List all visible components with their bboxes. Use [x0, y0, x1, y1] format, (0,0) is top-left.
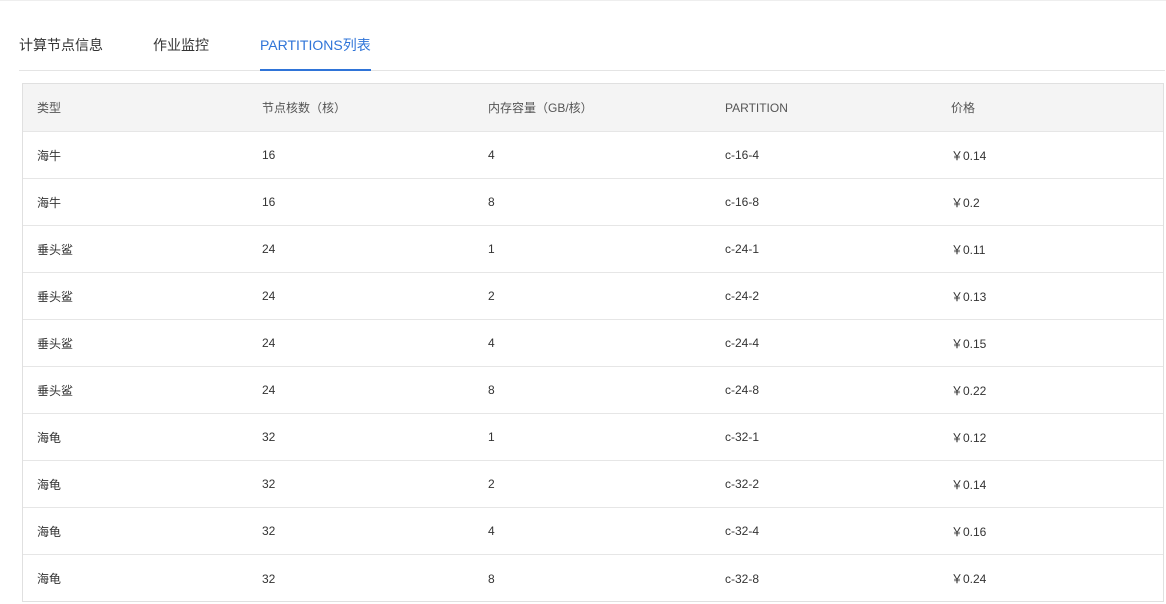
table-row: 垂头鲨 24 2 c-24-2 ￥0.13 [23, 273, 1163, 320]
column-header-memory: 内存容量（GB/核） [488, 101, 593, 115]
table-row: 海龟 32 2 c-32-2 ￥0.14 [23, 461, 1163, 508]
tab-partitions-list[interactable]: PARTITIONS列表 [260, 36, 371, 71]
cell-type: 垂头鲨 [37, 383, 74, 398]
cell-price: ￥0.14 [951, 148, 987, 163]
tab-compute-node-info[interactable]: 计算节点信息 [19, 36, 103, 70]
cell-memory: 2 [488, 477, 495, 491]
cell-type: 垂头鲨 [37, 336, 74, 351]
cell-memory: 4 [488, 524, 495, 538]
cell-partition: c-24-1 [725, 242, 760, 256]
column-header-type: 类型 [37, 101, 62, 115]
cell-partition: c-16-4 [725, 148, 760, 162]
tab-bar: 计算节点信息 作业监控 PARTITIONS列表 [19, 0, 1165, 71]
cell-type: 海龟 [37, 430, 62, 445]
cell-partition: c-24-2 [725, 289, 760, 303]
cell-cores: 16 [262, 148, 276, 162]
cell-type: 海龟 [37, 477, 62, 492]
table-row: 垂头鲨 24 1 c-24-1 ￥0.11 [23, 226, 1163, 273]
cell-memory: 4 [488, 148, 495, 162]
cell-price: ￥0.16 [951, 524, 987, 539]
cell-price: ￥0.15 [951, 336, 987, 351]
table-row: 海龟 32 4 c-32-4 ￥0.16 [23, 508, 1163, 555]
cell-price: ￥0.2 [951, 195, 980, 210]
column-header-cores: 节点核数（核） [262, 101, 347, 115]
table-row: 海龟 32 8 c-32-8 ￥0.24 [23, 555, 1163, 602]
cell-memory: 8 [488, 383, 495, 397]
cell-cores: 32 [262, 477, 276, 491]
column-header-price: 价格 [951, 101, 976, 115]
column-header-partition: PARTITION [725, 100, 788, 115]
cell-cores: 24 [262, 242, 276, 256]
table-row: 海牛 16 8 c-16-8 ￥0.2 [23, 179, 1163, 226]
cell-memory: 8 [488, 571, 495, 586]
cell-price: ￥0.12 [951, 430, 987, 445]
cell-cores: 24 [262, 289, 276, 303]
table-row: 垂头鲨 24 4 c-24-4 ￥0.15 [23, 320, 1163, 367]
cell-partition: c-32-1 [725, 430, 760, 444]
cell-price: ￥0.22 [951, 383, 987, 398]
cell-type: 海牛 [37, 148, 62, 163]
cell-memory: 1 [488, 242, 495, 256]
table-row: 海牛 16 4 c-16-4 ￥0.14 [23, 132, 1163, 179]
cell-type: 海牛 [37, 195, 62, 210]
table-header-row: 类型 节点核数（核） 内存容量（GB/核） PARTITION 价格 [23, 84, 1163, 132]
partitions-table: 类型 节点核数（核） 内存容量（GB/核） PARTITION 价格 海牛 16… [22, 83, 1164, 602]
cell-price: ￥0.13 [951, 289, 987, 304]
cell-type: 海龟 [37, 572, 62, 586]
cell-partition: c-16-8 [725, 195, 760, 209]
cell-memory: 4 [488, 336, 495, 350]
cell-partition: c-24-4 [725, 336, 760, 350]
cell-memory: 1 [488, 430, 495, 444]
cell-partition: c-32-8 [725, 571, 760, 586]
cell-partition: c-32-2 [725, 477, 760, 491]
cell-cores: 32 [262, 524, 276, 538]
cell-price: ￥0.24 [951, 572, 987, 586]
cell-partition: c-32-4 [725, 524, 760, 538]
cell-type: 垂头鲨 [37, 242, 74, 257]
cell-cores: 32 [262, 430, 276, 444]
cell-memory: 2 [488, 289, 495, 303]
cell-cores: 24 [262, 336, 276, 350]
table-row: 垂头鲨 24 8 c-24-8 ￥0.22 [23, 367, 1163, 414]
cell-type: 海龟 [37, 524, 62, 539]
cell-partition: c-24-8 [725, 383, 760, 397]
tab-job-monitor[interactable]: 作业监控 [153, 36, 209, 70]
cell-cores: 24 [262, 383, 276, 397]
cell-price: ￥0.11 [951, 242, 986, 257]
table-row: 海龟 32 1 c-32-1 ￥0.12 [23, 414, 1163, 461]
cell-memory: 8 [488, 195, 495, 209]
cell-price: ￥0.14 [951, 477, 987, 492]
cell-type: 垂头鲨 [37, 289, 74, 304]
cell-cores: 32 [262, 571, 276, 586]
cell-cores: 16 [262, 195, 276, 209]
